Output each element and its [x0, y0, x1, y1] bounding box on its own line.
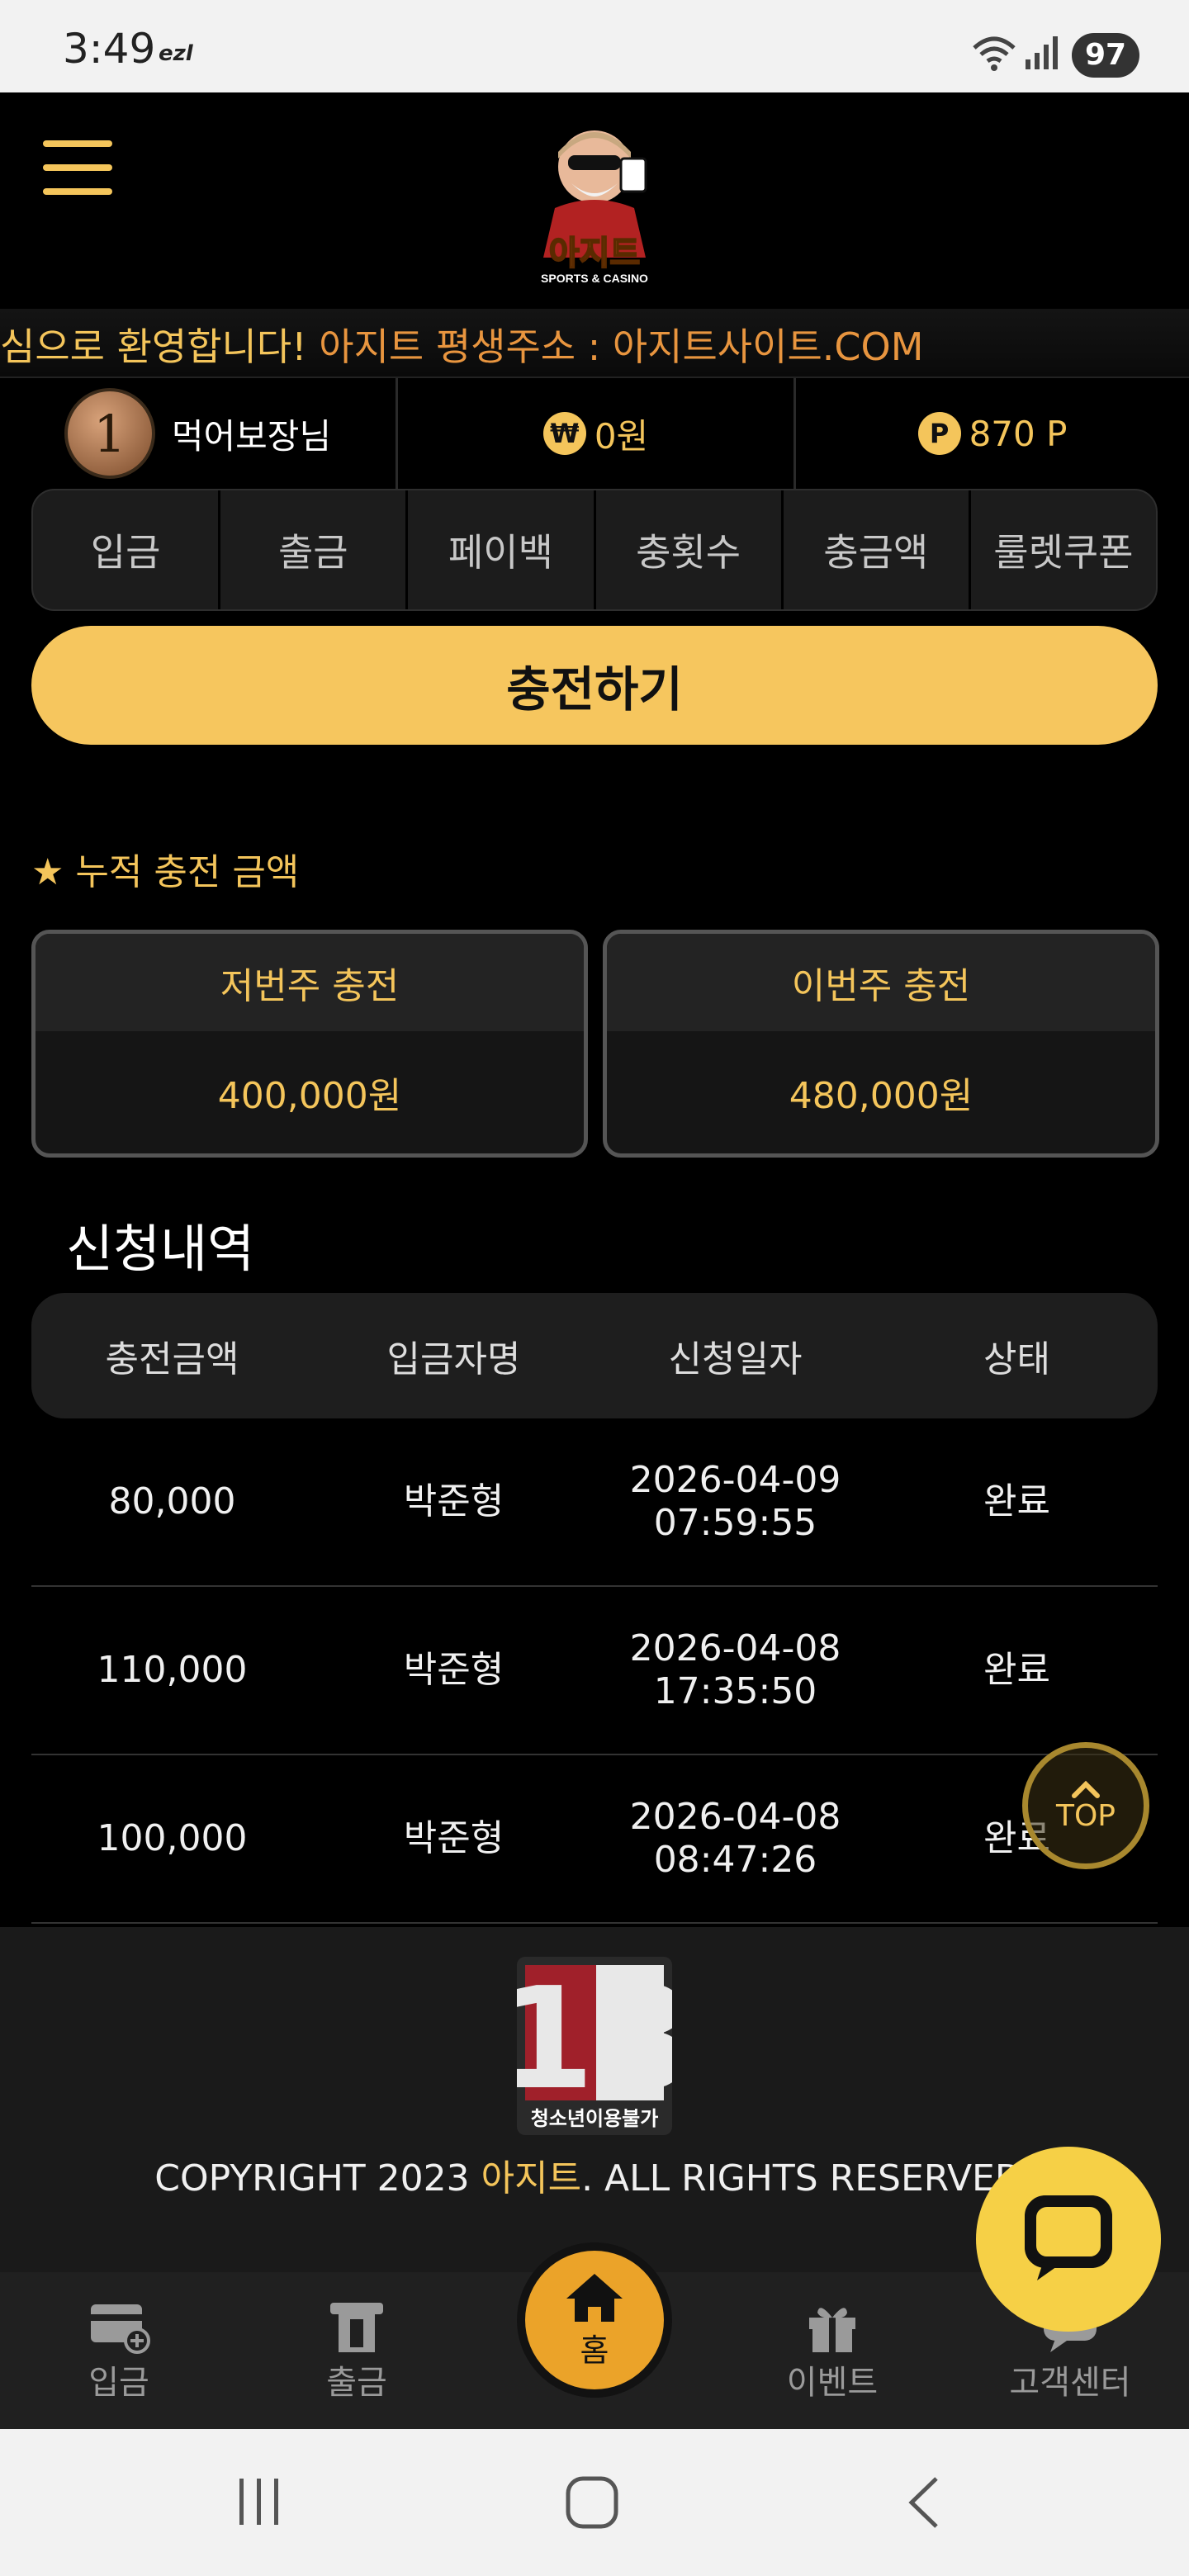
last-week-value: 400,000원 [217, 1075, 402, 1117]
tab-bar: 입금 출금 페이백 충횟수 충금액 룰렛쿠폰 [31, 489, 1158, 611]
cell-date: 2026-04-08 [629, 1796, 841, 1838]
card-add-icon [91, 2304, 150, 2354]
cell-datetime: 2026-04-09 07:59:55 [594, 1418, 876, 1585]
column-header-date: 신청일자 [668, 1338, 803, 1380]
column-header-amount: 충전금액 [105, 1338, 239, 1380]
cell-status: 완료 [983, 1480, 1050, 1522]
live-chat-button[interactable] [976, 2147, 1161, 2332]
site-header: 아지트 SPORTS & CASINO [0, 92, 1189, 309]
status-bar: 3:49 ezl 97 [0, 0, 1189, 92]
copyright-brand: 아지트 [481, 2157, 582, 2200]
cell-datetime: 2026-04-08 17:35:50 [594, 1587, 876, 1754]
chat-icon [1025, 2195, 1112, 2280]
scroll-top-button[interactable]: TOP [1022, 1742, 1149, 1869]
chevron-up-icon [1072, 1780, 1100, 1798]
this-week-value: 480,000원 [789, 1075, 973, 1117]
won-icon: ₩ [542, 412, 586, 455]
user-points: P 870 P [796, 378, 1189, 489]
nav-home[interactable]: 홈 [525, 2251, 664, 2389]
battery-indicator: 97 [1072, 33, 1139, 78]
age-restriction-badge: 18 청소년이용불가 [517, 1957, 672, 2135]
cell-amount: 110,000 [97, 1649, 248, 1691]
copyright-suffix: . ALL RIGHTS RESERVED. [581, 2157, 1035, 2200]
point-icon: P [917, 412, 961, 455]
announcement-marquee: 심으로 환영합니다! 아지트 평생주소 : 아지트사이트.COM [0, 309, 1189, 376]
user-name: 먹어보장님 [171, 415, 332, 457]
cell-name: 박준형 [403, 1649, 504, 1691]
table-row: 110,000 박준형 2026-04-08 17:35:50 완료 [31, 1587, 1158, 1755]
cell-amount: 100,000 [97, 1817, 248, 1859]
tab-roulette-coupon[interactable]: 룰렛쿠폰 [971, 490, 1156, 609]
cell-time: 07:59:55 [653, 1502, 817, 1544]
request-history-title: 신청내역 [66, 1219, 255, 1279]
charge-button[interactable]: 충전하기 [31, 626, 1158, 745]
points-value: 870 P [969, 413, 1068, 454]
age-badge-text: 청소년이용불가 [531, 2107, 659, 2130]
wifi-icon [973, 36, 1016, 71]
tab-payback[interactable]: 페이백 [408, 490, 596, 609]
status-time: 3:49 [63, 25, 156, 73]
atm-icon [330, 2303, 383, 2352]
user-profile[interactable]: 1 먹어보장님 [0, 378, 398, 489]
level-badge-icon: 1 [64, 388, 155, 479]
cell-date: 2026-04-09 [629, 1459, 841, 1501]
marquee-welcome: 심으로 환영합니다! [0, 324, 307, 369]
tab-deposit[interactable]: 입금 [33, 490, 221, 609]
cumulative-charge-title: ★ 누적 충전 금액 [31, 851, 300, 893]
home-icon [566, 2273, 623, 2322]
nav-deposit[interactable]: 입금 [0, 2272, 238, 2429]
nav-deposit-label: 입금 [88, 2364, 149, 2402]
this-week-label: 이번주 충전 [607, 934, 1155, 1031]
table-row: 80,000 박준형 2026-04-09 07:59:55 완료 [31, 1418, 1158, 1587]
gift-icon [809, 2308, 855, 2352]
this-week-charge-card: 이번주 충전 480,000원 [603, 930, 1159, 1158]
user-info-bar: 1 먹어보장님 ₩ 0원 P 870 P [0, 376, 1189, 489]
cell-time: 17:35:50 [653, 1670, 817, 1712]
signal-icon [1026, 36, 1058, 69]
marquee-address: 아지트 평생주소 : 아지트사이트.COM [306, 324, 924, 369]
nav-withdraw[interactable]: 출금 [238, 2272, 476, 2429]
tab-withdraw[interactable]: 출금 [220, 490, 409, 609]
cell-time: 08:47:26 [653, 1839, 817, 1881]
cell-amount: 80,000 [108, 1480, 236, 1522]
nav-withdraw-label: 출금 [326, 2364, 387, 2402]
logo-subtitle-text: SPORTS & CASINO [541, 272, 648, 285]
scroll-top-label: TOP [1055, 1798, 1116, 1833]
menu-icon[interactable] [43, 140, 112, 195]
nav-home-label: 홈 [580, 2332, 609, 2369]
cell-date: 2026-04-08 [629, 1627, 841, 1669]
column-header-depositor: 입금자명 [386, 1338, 521, 1380]
logo-brand-text: 아지트 [549, 235, 640, 272]
cell-datetime: 2026-04-08 08:47:26 [594, 1755, 876, 1922]
cell-name: 박준형 [403, 1480, 504, 1522]
back-icon[interactable] [903, 2474, 945, 2531]
recent-apps-icon[interactable] [234, 2475, 284, 2528]
last-week-label: 저번주 충전 [36, 934, 584, 1031]
cell-name: 박준형 [403, 1817, 504, 1859]
user-balance: ₩ 0원 [398, 378, 796, 489]
cell-status: 완료 [983, 1649, 1050, 1691]
table-row: 100,000 박준형 2026-04-08 08:47:26 완료 [31, 1755, 1158, 1924]
nav-support-label: 고객센터 [1009, 2364, 1131, 2402]
last-week-charge-card: 저번주 충전 400,000원 [31, 930, 588, 1158]
brand-logo[interactable]: 아지트 SPORTS & CASINO [522, 117, 667, 291]
nav-event-label: 이벤트 [786, 2364, 879, 2402]
copyright-prefix: COPYRIGHT 2023 [154, 2157, 481, 2200]
system-nav-bar [0, 2429, 1189, 2576]
nav-event[interactable]: 이벤트 [713, 2272, 951, 2429]
carrier-label: ezl [159, 41, 193, 66]
balance-value: 0원 [594, 415, 649, 457]
column-header-status: 상태 [983, 1338, 1050, 1380]
age-badge-number: 18 [517, 1958, 672, 2121]
tab-charge-amount[interactable]: 충금액 [784, 490, 971, 609]
table-header: 충전금액 입금자명 신청일자 상태 [31, 1293, 1158, 1418]
tab-charge-count[interactable]: 충횟수 [596, 490, 784, 609]
home-system-icon[interactable] [565, 2475, 619, 2530]
